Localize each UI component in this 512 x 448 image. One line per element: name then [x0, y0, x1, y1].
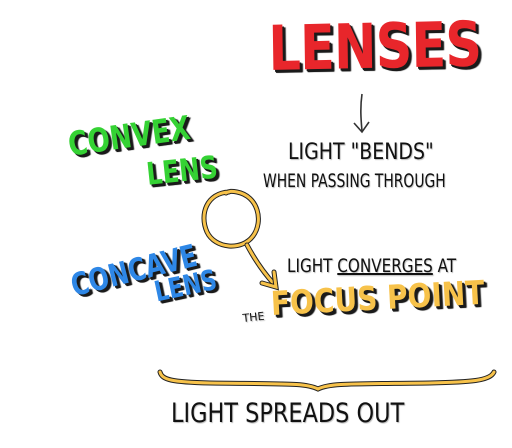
focus-point-label: Focus Point	[269, 272, 486, 323]
the-word: The	[241, 309, 266, 325]
focus-arrow-icon	[244, 242, 279, 291]
lens-circle-icon	[201, 188, 261, 249]
down-arrow-icon	[353, 93, 370, 134]
bends-text-line1: Light "Bends"	[288, 140, 434, 165]
bends-text-line2: When Passing Through	[263, 170, 446, 192]
converges-prefix: Light	[287, 255, 338, 277]
converges-word: Converges	[337, 255, 433, 277]
convex-label-line2: Lens	[144, 149, 220, 193]
converges-text: Light Converges at	[287, 257, 456, 276]
curly-brace-icon	[157, 369, 497, 392]
spreads-text: Light Spreads Out	[171, 398, 405, 429]
page-title: Lenses	[267, 7, 482, 85]
